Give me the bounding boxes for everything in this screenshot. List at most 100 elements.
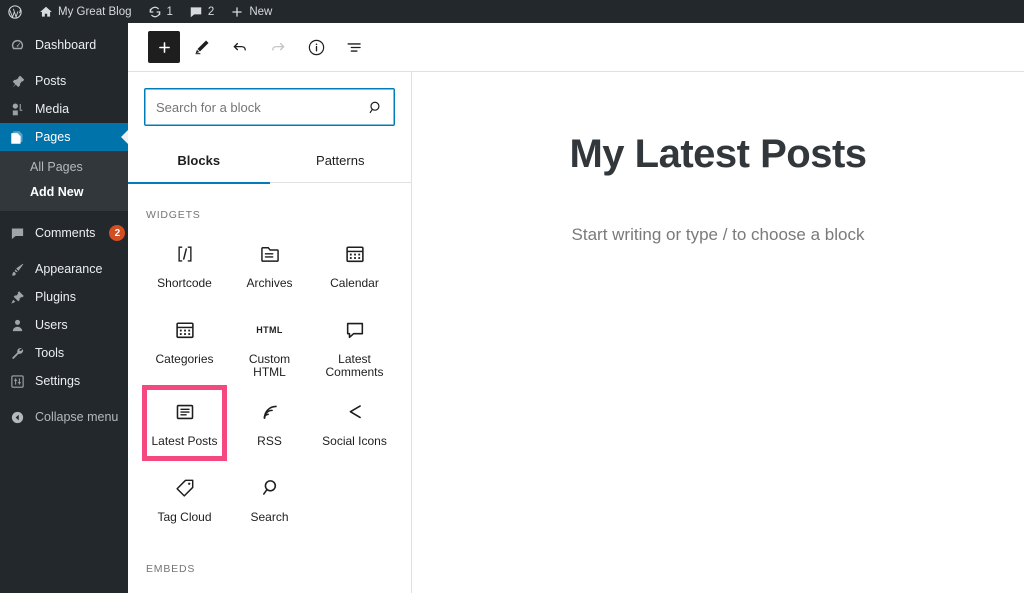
sidebar-item-label: Settings: [35, 374, 81, 388]
block-item-search[interactable]: Search: [227, 461, 312, 537]
search-input[interactable]: [145, 99, 367, 115]
block-item-archives[interactable]: Archives: [227, 227, 312, 303]
sidebar-item-label: Dashboard: [35, 38, 97, 52]
block-item-latest-posts[interactable]: Latest Posts: [142, 385, 227, 461]
admin-sidebar-menu: Dashboard Posts Media Pages All Pages Ad…: [0, 23, 128, 593]
updates-count: 1: [166, 5, 173, 18]
sidebar-item-label: Pages: [35, 130, 71, 144]
undo-button[interactable]: [224, 31, 256, 63]
block-item-social-icons[interactable]: Social Icons: [312, 385, 397, 461]
inserter-tabs: Blocks Patterns: [128, 138, 412, 184]
sidebar-item-plugins[interactable]: Plugins: [0, 283, 128, 311]
redo-button[interactable]: [262, 31, 294, 63]
pages-submenu: All Pages Add New: [0, 151, 128, 211]
pin-icon: [9, 74, 26, 89]
tools-edit-button[interactable]: [186, 31, 218, 63]
wordpress-logo-icon: [7, 4, 23, 20]
sidebar-item-label: Comments: [35, 226, 96, 240]
list-view-button[interactable]: [338, 31, 370, 63]
html-glyph-text: HTML: [256, 325, 283, 335]
html-icon: HTML: [256, 317, 283, 343]
menu-spacer-2: [0, 211, 128, 219]
sidebar-item-label: Tools: [35, 346, 65, 360]
add-block-button[interactable]: [148, 31, 180, 63]
tab-blocks[interactable]: Blocks: [128, 138, 270, 184]
editor-canvas: My Latest Posts Start writing or type / …: [412, 72, 1024, 593]
sidebar-item-label: Appearance: [35, 262, 103, 276]
comments-menu[interactable]: 2: [181, 0, 222, 23]
comment-bubble-icon: [189, 5, 203, 19]
sidebar-item-settings[interactable]: Settings: [0, 367, 128, 395]
shortcode-icon: [174, 241, 196, 267]
list-view-icon: [345, 38, 364, 57]
post-title[interactable]: My Latest Posts: [460, 132, 976, 177]
block-search-wrapper: [128, 72, 411, 126]
plug-icon: [9, 290, 26, 305]
block-item-label: Shortcode: [157, 276, 212, 290]
sidebar-item-users[interactable]: Users: [0, 311, 128, 339]
sidebar-item-comments[interactable]: Comments 2: [0, 219, 128, 247]
block-item-label: Categories: [155, 352, 214, 366]
details-button[interactable]: [300, 31, 332, 63]
sidebar-item-media[interactable]: Media: [0, 95, 128, 123]
wordpress-logo-menu[interactable]: [0, 0, 31, 23]
dashboard-icon: [9, 38, 26, 53]
block-item-shortcode[interactable]: Shortcode: [142, 227, 227, 303]
plus-icon: [156, 39, 173, 56]
sidebar-item-appearance[interactable]: Appearance: [0, 255, 128, 283]
categories-grid-icon: [174, 317, 196, 343]
block-item-label: RSS: [257, 434, 282, 448]
block-item-categories[interactable]: Categories: [142, 303, 227, 385]
block-item-label: Social Icons: [322, 434, 387, 448]
collapse-arrow-icon: [9, 410, 26, 425]
editor-toolbar: [128, 23, 1024, 72]
sidebar-item-tools[interactable]: Tools: [0, 339, 128, 367]
comment-bubble-icon: [9, 226, 26, 241]
block-item-custom-html[interactable]: HTML Custom HTML: [227, 303, 312, 385]
user-icon: [9, 318, 26, 333]
sidebar-item-label: Users: [35, 318, 68, 332]
paragraph-placeholder[interactable]: Start writing or type / to choose a bloc…: [460, 225, 976, 245]
new-content-label: New: [249, 5, 273, 18]
tab-patterns[interactable]: Patterns: [270, 138, 412, 183]
updates-icon: [148, 5, 162, 19]
info-circle-icon: [307, 38, 326, 57]
sidebar-item-dashboard[interactable]: Dashboard: [0, 31, 128, 59]
comments-badge: 2: [109, 225, 126, 241]
block-item-label: Latest Posts: [151, 434, 218, 448]
block-item-label: Custom HTML: [248, 352, 291, 379]
rss-icon: [259, 399, 281, 425]
sidebar-item-pages[interactable]: Pages: [0, 123, 128, 151]
submenu-item-all-pages[interactable]: All Pages: [0, 155, 128, 180]
search-box[interactable]: [144, 88, 395, 126]
search-icon: [259, 475, 281, 501]
wrench-icon: [9, 346, 26, 361]
collapse-menu-label: Collapse menu: [35, 410, 119, 424]
new-content-menu[interactable]: New: [222, 0, 280, 23]
sidebar-item-label: Media: [35, 102, 70, 116]
undo-arrow-icon: [231, 38, 249, 56]
site-name-menu[interactable]: My Great Blog: [31, 0, 140, 23]
block-item-label: Search: [250, 510, 289, 524]
sidebar-item-posts[interactable]: Posts: [0, 67, 128, 95]
updates-menu[interactable]: 1: [140, 0, 181, 23]
archive-folder-icon: [259, 241, 281, 267]
block-item-rss[interactable]: RSS: [227, 385, 312, 461]
share-icon: [344, 399, 366, 425]
block-item-latest-comments[interactable]: Latest Comments: [312, 303, 397, 385]
block-inserter-panel: Blocks Patterns WIDGETS Shortcode: [128, 72, 412, 593]
block-item-calendar[interactable]: Calendar: [312, 227, 397, 303]
block-item-label: Archives: [246, 276, 293, 290]
menu-spacer-top: [0, 23, 128, 31]
category-title-widgets: WIDGETS: [146, 209, 201, 221]
submenu-item-add-new[interactable]: Add New: [0, 180, 128, 205]
redo-arrow-icon: [269, 38, 287, 56]
collapse-menu-button[interactable]: Collapse menu: [0, 403, 128, 431]
block-item-tag-cloud[interactable]: Tag Cloud: [142, 461, 227, 537]
block-item-label: Calendar: [330, 276, 379, 290]
site-name-label: My Great Blog: [58, 5, 132, 18]
block-grid-widgets: Shortcode Archives Calendar Categories H…: [128, 227, 411, 537]
menu-spacer-1: [0, 59, 128, 67]
home-icon: [39, 5, 53, 19]
category-title-embeds: EMBEDS: [146, 563, 196, 575]
